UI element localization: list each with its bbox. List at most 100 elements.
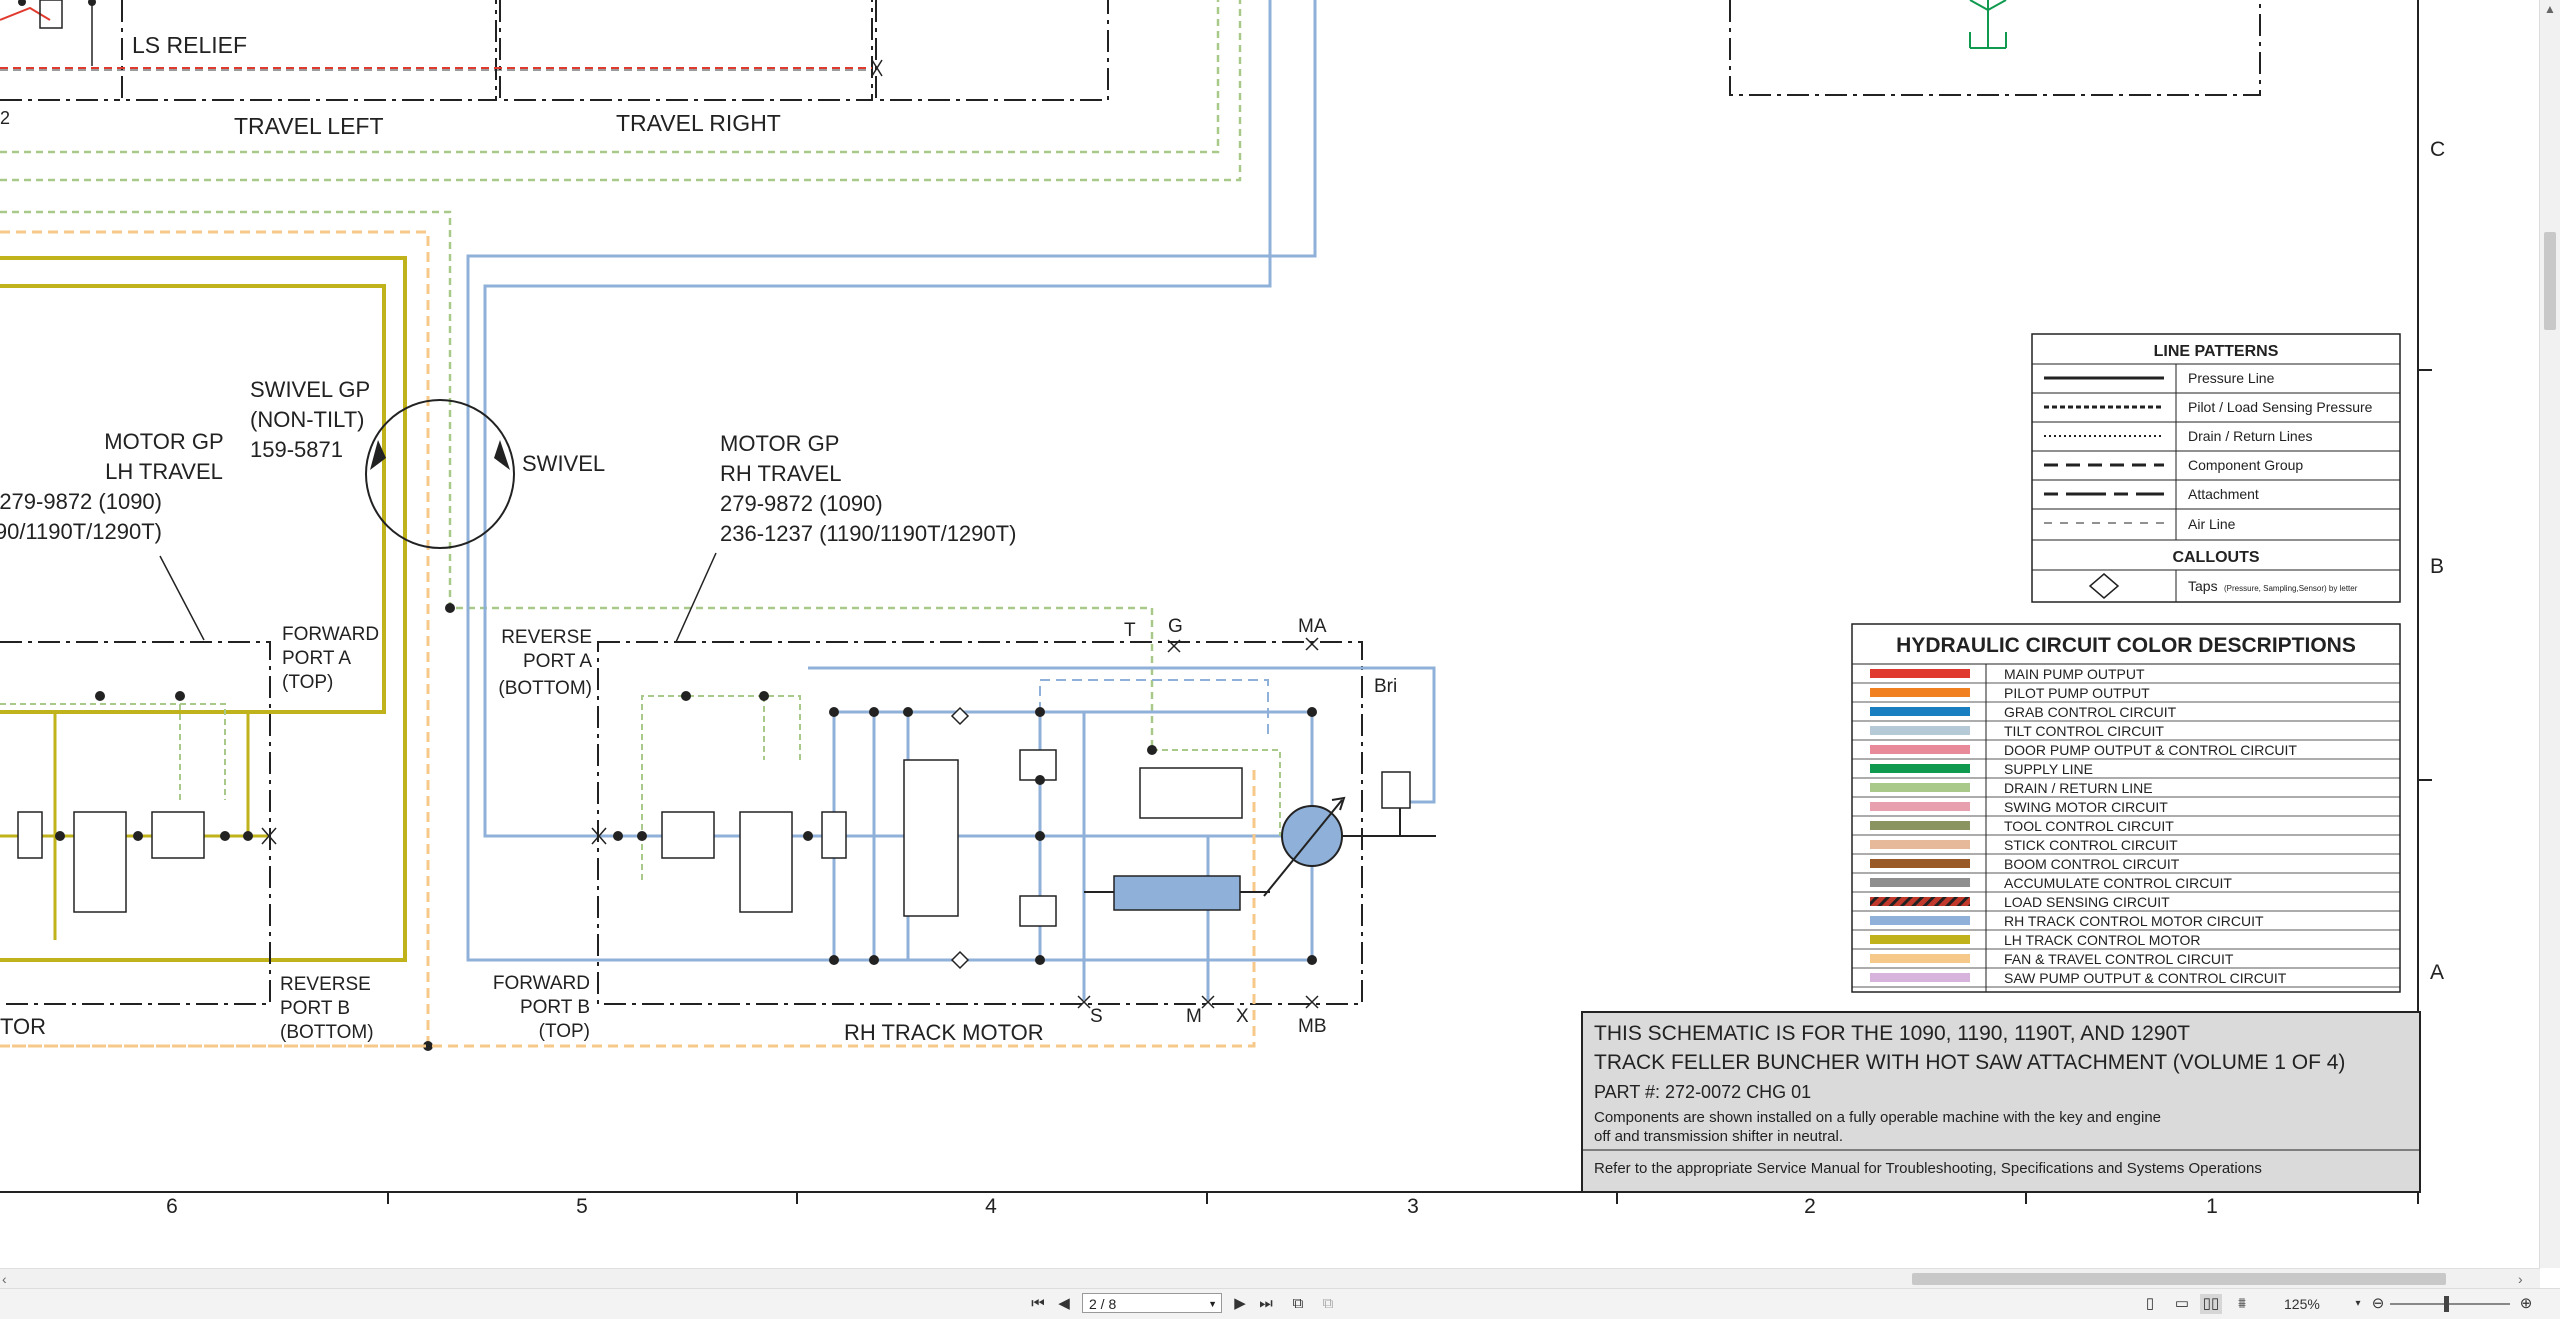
taps-label: Taps: [2188, 578, 2218, 594]
port-mb-label: MB: [1298, 1016, 1327, 1037]
zoom-level[interactable]: 125%: [2284, 1294, 2320, 1314]
color-legend-table: HYDRAULIC CIRCUIT COLOR DESCRIPTIONS MAI…: [1851, 623, 2401, 993]
reverse-port-b-line3: (BOTTOM): [280, 1022, 374, 1043]
motor-rh-line2: RH TRAVEL: [720, 461, 841, 486]
zone-5: 5: [576, 1195, 588, 1218]
chevron-down-icon[interactable]: ▼: [1208, 1294, 1217, 1314]
scroll-up-icon[interactable]: ▲: [2540, 0, 2560, 18]
legend-swatch: [1870, 821, 1970, 830]
motor-lh-line2: LH TRAVEL: [105, 459, 223, 484]
legend-swatch: [1870, 840, 1970, 849]
legend-label: FAN & TRAVEL CONTROL CIRCUIT: [2004, 951, 2234, 967]
legend-label: SUPPLY LINE: [2004, 761, 2093, 777]
legend-swatch: [1870, 783, 1970, 792]
continuous-view-icon[interactable]: ▭: [2172, 1294, 2192, 1314]
legend-swatch: [1870, 764, 1970, 773]
lp-pressure: Pressure Line: [2188, 370, 2275, 386]
horizontal-scrollbar[interactable]: ‹ ›: [0, 1268, 2540, 1289]
port-t-label: T: [1124, 620, 1136, 641]
forward-port-a-line2: PORT A: [282, 648, 351, 669]
zone-4: 4: [985, 1195, 997, 1218]
lh-motor-tail-label: TOR: [0, 1014, 46, 1039]
title-line2: TRACK FELLER BUNCHER WITH HOT SAW ATTACH…: [1594, 1051, 2345, 1074]
reverse-port-a-line1: REVERSE: [501, 627, 592, 648]
page-number-input[interactable]: 2 / 8 ▼: [1082, 1293, 1222, 1313]
swivel-label: SWIVEL: [522, 451, 605, 476]
legend-label: MAIN PUMP OUTPUT: [2004, 666, 2145, 682]
single-page-view-icon[interactable]: ▯: [2140, 1294, 2160, 1314]
legend-label: PILOT PUMP OUTPUT: [2004, 685, 2150, 701]
legend-swatch: [1870, 897, 1970, 906]
zone-2: 2: [1804, 1195, 1816, 1218]
schematic-sheet: LS RELIEF 2 TRAVEL LEFT TRAVEL RIGHT SWI…: [0, 0, 2540, 1268]
viewer-status-bar: ⏮ ◀ 2 / 8 ▼ ▶ ⏭ ⧉ ⧉ ▯ ▭ ▯▯ ⩩ 125% ▾ ⊖ ⊕: [0, 1288, 2560, 1319]
port-g-label: G: [1168, 616, 1183, 637]
pin-label: 2: [0, 108, 10, 128]
continuous-facing-icon[interactable]: ⩩: [2232, 1294, 2252, 1314]
zone-c: C: [2430, 138, 2445, 161]
legend-swatch: [1870, 954, 1970, 963]
first-page-icon[interactable]: ⏮: [1028, 1294, 1048, 1314]
bri-label: Bri: [1374, 676, 1397, 697]
zone-a: A: [2430, 961, 2444, 984]
vertical-scrollbar[interactable]: ▲: [2539, 0, 2560, 1268]
motor-lh-line3: 279-9872 (1090): [0, 489, 162, 514]
legend-label: LOAD SENSING CIRCUIT: [2004, 894, 2170, 910]
zone-6: 6: [166, 1195, 178, 1218]
lp-pilot: Pilot / Load Sensing Pressure: [2188, 399, 2373, 415]
travel-left-label: TRAVEL LEFT: [234, 113, 384, 139]
motor-rh-line4: 236-1237 (1190/1190T/1290T): [720, 521, 1016, 546]
page-indicator: 2 / 8: [1089, 1296, 1117, 1312]
scroll-left-icon[interactable]: ‹: [2, 1269, 22, 1289]
last-page-icon[interactable]: ⏭: [1256, 1294, 1276, 1314]
previous-view-icon[interactable]: ⧉: [1288, 1294, 1308, 1314]
lp-attachment: Attachment: [2188, 486, 2259, 502]
legend-swatch: [1870, 859, 1970, 868]
vertical-scroll-thumb[interactable]: [2544, 232, 2556, 330]
lp-air-line: Air Line: [2188, 516, 2236, 532]
legend-swatch: [1870, 726, 1970, 735]
legend-swatch: [1870, 935, 1970, 944]
scroll-right-icon[interactable]: ›: [2518, 1269, 2538, 1289]
legend-swatch: [1870, 707, 1970, 716]
rh-track-motor-label: RH TRACK MOTOR: [844, 1020, 1044, 1045]
legend-swatch: [1870, 669, 1970, 678]
reverse-port-b-line2: PORT B: [280, 998, 350, 1019]
legend-swatch: [1870, 688, 1970, 697]
callouts-title: CALLOUTS: [2172, 549, 2259, 566]
swivel-gp-line2: (NON-TILT): [250, 407, 364, 432]
legend-label: SAW PUMP OUTPUT & CONTROL CIRCUIT: [2004, 970, 2287, 986]
zoom-slider-handle[interactable]: [2444, 1296, 2449, 1312]
zoom-in-icon[interactable]: ⊕: [2516, 1294, 2536, 1314]
legend-swatch: [1870, 916, 1970, 925]
title-note2: off and transmission shifter in neutral.: [1594, 1128, 1843, 1145]
zoom-dropdown-icon[interactable]: ▾: [2352, 1294, 2364, 1314]
forward-port-b-line2: PORT B: [520, 997, 590, 1018]
previous-page-icon[interactable]: ◀: [1056, 1294, 1072, 1314]
zoom-slider[interactable]: [2390, 1303, 2510, 1305]
legend-label: LH TRACK CONTROL MOTOR: [2004, 932, 2201, 948]
motor-lh-line1: MOTOR GP: [104, 429, 223, 454]
reverse-port-a-line2: PORT A: [523, 651, 592, 672]
forward-port-b-line3: (TOP): [539, 1021, 590, 1042]
swivel-gp-line1: SWIVEL GP: [250, 377, 370, 402]
title-part: PART #: 272-0072 CHG 01: [1594, 1082, 1811, 1102]
port-x-label: X: [1236, 1006, 1249, 1027]
title-note3: Refer to the appropriate Service Manual …: [1594, 1160, 2262, 1177]
line-patterns-table: LINE PATTERNS Pressure Line Pilot / Load…: [2031, 333, 2401, 603]
legend-label: BOOM CONTROL CIRCUIT: [2004, 856, 2180, 872]
reverse-port-b-line1: REVERSE: [280, 974, 371, 995]
zone-b: B: [2430, 555, 2444, 578]
legend-label: TILT CONTROL CIRCUIT: [2004, 723, 2164, 739]
legend-swatch: [1870, 973, 1970, 982]
forward-port-a-line3: (TOP): [282, 672, 333, 693]
legend-label: DRAIN / RETURN LINE: [2004, 780, 2153, 796]
legend-swatch: [1870, 745, 1970, 754]
forward-port-b-line1: FORWARD: [493, 973, 590, 994]
reverse-port-a-line3: (BOTTOM): [498, 678, 592, 699]
zoom-out-icon[interactable]: ⊖: [2368, 1294, 2388, 1314]
horizontal-scroll-thumb[interactable]: [1912, 1273, 2446, 1285]
next-view-icon[interactable]: ⧉: [1318, 1294, 1338, 1314]
next-page-icon[interactable]: ▶: [1232, 1294, 1248, 1314]
facing-view-icon[interactable]: ▯▯: [2200, 1294, 2222, 1314]
